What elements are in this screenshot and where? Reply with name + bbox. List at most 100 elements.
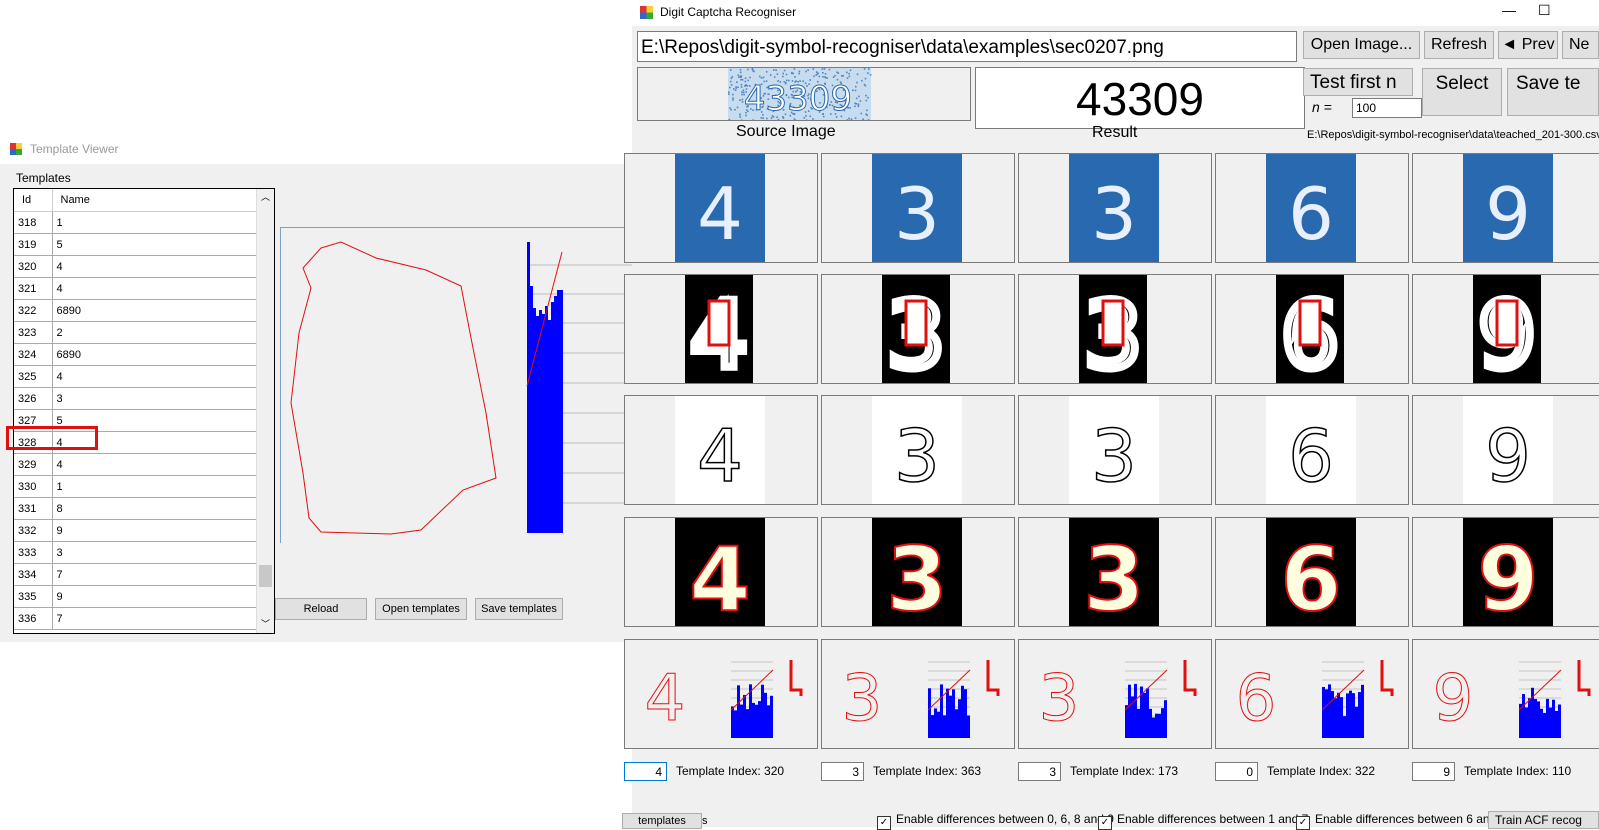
table-row[interactable]: 3214 — [14, 278, 256, 300]
n-input[interactable]: 100 — [1352, 98, 1422, 118]
reload-button[interactable]: Reload — [275, 598, 367, 620]
table-row[interactable]: 3329 — [14, 520, 256, 542]
cell-name[interactable]: 1 — [52, 476, 256, 498]
cell-name[interactable]: 6890 — [52, 300, 256, 322]
cell-id[interactable]: 334 — [14, 564, 52, 586]
digit-cell: 9 — [1412, 639, 1599, 749]
template-index-input[interactable]: 9 — [1412, 762, 1455, 781]
template-index-input[interactable]: 4 — [624, 762, 667, 781]
maximize-icon[interactable]: ☐ — [1538, 2, 1551, 19]
scroll-thumb[interactable] — [259, 565, 272, 587]
cell-id[interactable]: 331 — [14, 498, 52, 520]
template-index-label: Template Index: 363 — [873, 764, 981, 778]
image-path-input[interactable]: E:\Repos\digit-symbol-recogniser\data\ex… — [637, 31, 1297, 62]
table-row[interactable]: 3347 — [14, 564, 256, 586]
table-row[interactable]: 3195 — [14, 234, 256, 256]
minimize-icon[interactable]: — — [1502, 2, 1516, 18]
table-row[interactable]: 3181 — [14, 212, 256, 234]
digit-cell: 6 — [1215, 153, 1409, 263]
checkbox-diff-17[interactable]: ✓Enable differences between 1 and 7 — [1098, 812, 1308, 830]
checkbox-diff-0689[interactable]: ✓Enable differences between 0, 6, 8 and … — [877, 812, 1114, 830]
open-templates-button[interactable]: Open templates — [375, 598, 467, 620]
template-index-input[interactable]: 0 — [1215, 762, 1258, 781]
cell-id[interactable]: 325 — [14, 366, 52, 388]
checkbox-diff-69[interactable]: ✓Enable differences between 6 and 9 — [1296, 812, 1506, 830]
column-header-name[interactable]: Name — [52, 189, 256, 212]
cell-id[interactable]: 320 — [14, 256, 52, 278]
test-first-n-button[interactable]: Test first n — [1303, 68, 1413, 96]
select-button[interactable]: Select — [1422, 68, 1502, 116]
table-row[interactable]: 3359 — [14, 586, 256, 608]
templates-grid[interactable]: Id Name 31813195320432143226890323232468… — [13, 188, 275, 634]
cell-id[interactable]: 323 — [14, 322, 52, 344]
scroll-down-icon[interactable]: ﹀ — [257, 616, 274, 633]
column-header-id[interactable]: Id — [14, 189, 52, 212]
cell-id[interactable]: 324 — [14, 344, 52, 366]
table-row[interactable]: 3226890 — [14, 300, 256, 322]
cell-name[interactable]: 6890 — [52, 344, 256, 366]
open-image-button[interactable]: Open Image... — [1303, 31, 1420, 59]
cell-name[interactable]: 4 — [52, 256, 256, 278]
digit-filled-image: 6 — [1216, 518, 1409, 627]
cell-id[interactable]: 326 — [14, 388, 52, 410]
templates-group-label: Templates — [16, 171, 71, 185]
cell-name[interactable]: 4 — [52, 278, 256, 300]
cell-name[interactable]: 8 — [52, 498, 256, 520]
prev-button[interactable]: ◄ Prev — [1498, 31, 1558, 59]
cell-name[interactable]: 2 — [52, 322, 256, 344]
checkbox-icon[interactable]: ✓ — [1098, 816, 1112, 830]
cell-id[interactable]: 329 — [14, 454, 52, 476]
cell-id[interactable]: 321 — [14, 278, 52, 300]
grid-scrollbar[interactable]: ︿ ﹀ — [256, 189, 274, 633]
cell-id[interactable]: 322 — [14, 300, 52, 322]
refresh-button[interactable]: Refresh — [1424, 31, 1494, 59]
cell-id[interactable]: 319 — [14, 234, 52, 256]
digit-filled-image: 3 — [822, 518, 1015, 627]
main-titlebar: Digit Captcha Recogniser — ☐ — [632, 0, 1599, 26]
cell-name[interactable]: 3 — [52, 388, 256, 410]
cell-name[interactable]: 7 — [52, 564, 256, 586]
cell-name[interactable]: 4 — [52, 366, 256, 388]
table-row[interactable]: 3318 — [14, 498, 256, 520]
checkbox-icon[interactable]: ✓ — [877, 816, 891, 830]
app-icon — [640, 6, 653, 19]
scroll-up-icon[interactable]: ︿ — [257, 189, 274, 206]
template-index-input[interactable]: 3 — [821, 762, 864, 781]
digit-cell: 3 — [821, 274, 1015, 384]
digit-segment-image: 4 — [625, 154, 818, 263]
cell-id[interactable]: 318 — [14, 212, 52, 234]
cell-name[interactable]: 3 — [52, 542, 256, 564]
train-acf-button[interactable]: Train ACF recog — [1488, 811, 1599, 829]
cell-name[interactable]: 9 — [52, 520, 256, 542]
cell-name[interactable]: 4 — [52, 454, 256, 476]
svg-text:4: 4 — [645, 662, 686, 736]
checkbox-icon[interactable]: ✓ — [1296, 816, 1310, 830]
digit-cell: 9 — [1412, 274, 1599, 384]
digit-cell: 3 — [1018, 153, 1212, 263]
digit-cell: 3 — [1018, 274, 1212, 384]
digit-contour-image: 3 — [1019, 396, 1212, 505]
table-row[interactable]: 3263 — [14, 388, 256, 410]
cell-name[interactable]: 5 — [52, 234, 256, 256]
cell-id[interactable]: 332 — [14, 520, 52, 542]
table-row[interactable]: 3301 — [14, 476, 256, 498]
table-row[interactable]: 3246890 — [14, 344, 256, 366]
cell-name[interactable]: 9 — [52, 586, 256, 608]
template-index-input[interactable]: 3 — [1018, 762, 1061, 781]
table-row[interactable]: 3333 — [14, 542, 256, 564]
cell-id[interactable]: 333 — [14, 542, 52, 564]
save-button[interactable]: Save te — [1507, 68, 1599, 116]
next-button[interactable]: Ne — [1562, 31, 1599, 59]
save-templates-button[interactable]: Save templates — [475, 598, 563, 620]
table-row[interactable]: 3254 — [14, 366, 256, 388]
cell-name[interactable]: 7 — [52, 608, 256, 630]
cell-id[interactable]: 330 — [14, 476, 52, 498]
cell-name[interactable]: 1 — [52, 212, 256, 234]
cell-id[interactable]: 335 — [14, 586, 52, 608]
table-row[interactable]: 3294 — [14, 454, 256, 476]
digit-cell: 6 — [1215, 639, 1409, 749]
table-row[interactable]: 3232 — [14, 322, 256, 344]
table-row[interactable]: 3204 — [14, 256, 256, 278]
cell-id[interactable]: 336 — [14, 608, 52, 630]
table-row[interactable]: 3367 — [14, 608, 256, 630]
